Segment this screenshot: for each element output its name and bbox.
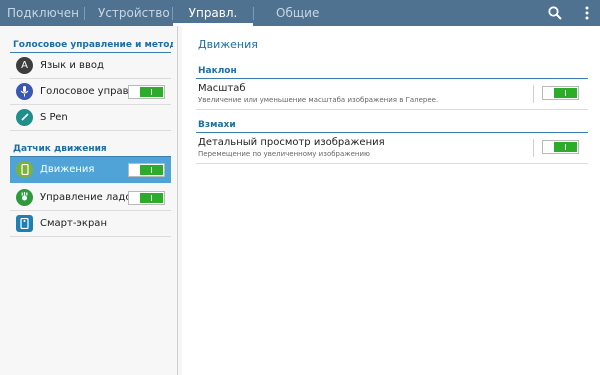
- tab-connections[interactable]: Подключения: [0, 0, 78, 26]
- section-header-motion-sensor: Датчик движения: [13, 144, 107, 154]
- search-icon[interactable]: [546, 4, 564, 22]
- row-divider: [533, 85, 534, 103]
- setting-title: Масштаб: [198, 83, 246, 94]
- sidebar-item-label: Управление ладонью: [40, 192, 130, 203]
- smart-screen-icon: [16, 215, 33, 232]
- tab-divider: [253, 7, 254, 20]
- tab-controls[interactable]: Управл.: [173, 0, 253, 26]
- category-divider: [196, 132, 588, 133]
- sidebar-item-motions[interactable]: Движения: [10, 157, 171, 183]
- setting-title: Детальный просмотр изображения: [198, 137, 385, 148]
- page-title: Движения: [198, 38, 258, 51]
- sidebar-item-voice-control[interactable]: Голосовое управление: [10, 79, 171, 105]
- top-tab-bar: Подключения Устройство Управл. Общие: [0, 0, 600, 26]
- sidebar-item-label: Смарт-экран: [40, 218, 107, 229]
- section-header-voice-input: Голосовое управление и методы в...: [13, 40, 173, 50]
- voice-control-switch[interactable]: [128, 85, 165, 99]
- row-divider-line: [196, 163, 588, 164]
- motions-settings-panel: Движения Наклон Масштаб Увеличение или у…: [182, 26, 600, 375]
- sidebar-item-label: S Pen: [40, 112, 68, 123]
- row-divider-line: [196, 109, 588, 110]
- sidebar-item-language-input[interactable]: A Язык и ввод: [10, 53, 171, 79]
- tab-divider: [84, 7, 85, 20]
- motion-icon: [16, 161, 33, 178]
- category-divider: [196, 78, 588, 79]
- microphone-icon: [16, 83, 33, 100]
- sidebar-item-smart-screen[interactable]: Смарт-экран: [10, 211, 171, 237]
- tab-device[interactable]: Устройство: [98, 0, 172, 26]
- sidebar-item-label: Голосовое управление: [40, 86, 128, 97]
- sidebar-item-palm-control[interactable]: Управление ладонью: [10, 185, 171, 211]
- setting-subtitle: Увеличение или уменьшение масштаба изобр…: [198, 96, 439, 104]
- zoom-switch[interactable]: [542, 86, 579, 100]
- palm-control-switch[interactable]: [128, 191, 165, 205]
- setting-subtitle: Перемещение по увеличенному изображению: [198, 150, 370, 158]
- motions-switch[interactable]: [128, 163, 165, 177]
- palm-icon: [16, 189, 33, 206]
- keyboard-letter-icon: A: [16, 57, 33, 74]
- category-tilt: Наклон: [198, 66, 237, 76]
- sidebar-item-s-pen[interactable]: S Pen: [10, 105, 171, 131]
- settings-sidebar: Голосовое управление и методы в... A Язы…: [0, 26, 178, 375]
- row-divider: [533, 139, 534, 157]
- tab-general[interactable]: Общие: [276, 0, 326, 26]
- category-swipe: Взмахи: [198, 120, 236, 130]
- sidebar-item-label: Язык и ввод: [40, 60, 104, 71]
- sidebar-item-label: Движения: [40, 164, 95, 175]
- browse-image-switch[interactable]: [542, 140, 579, 154]
- more-vertical-icon[interactable]: [578, 4, 596, 22]
- pen-icon: [16, 109, 33, 126]
